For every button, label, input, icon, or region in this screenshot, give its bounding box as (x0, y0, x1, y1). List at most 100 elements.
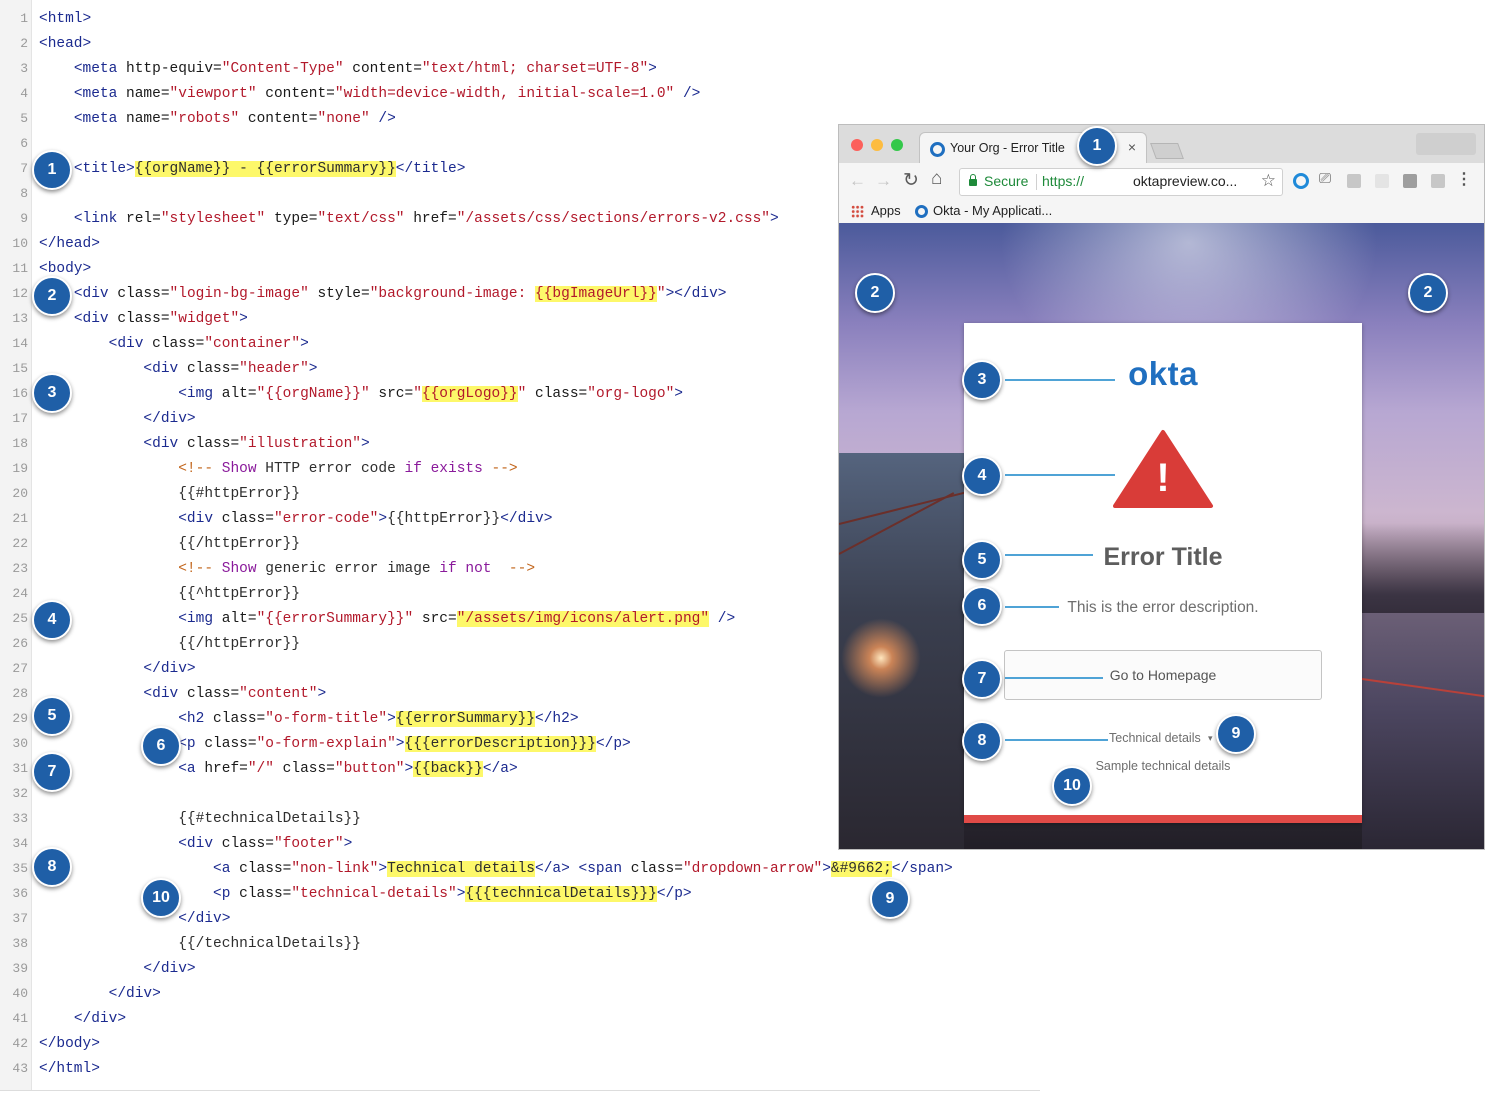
callout-badge-10: 10 (141, 878, 181, 918)
code-token: > (317, 686, 327, 702)
code-token: "button" (334, 761, 405, 777)
tab-bar: Your Org - Error Title × (839, 125, 1484, 164)
code-token: </title> (395, 161, 466, 177)
browser-toolbar: ← → ↻ ⌂ Secure https:// oktapreview.co..… (839, 163, 1484, 200)
callout-badge-7: 7 (962, 659, 1002, 699)
code-token: <!-- (178, 461, 222, 477)
code-token: "{{errorSummary}}" (256, 611, 414, 627)
code-line: 43 </html> (0, 1056, 100, 1081)
code-token: <link (73, 211, 127, 227)
code-token: "o-form-title" (265, 711, 388, 727)
line-number: 7 (20, 161, 28, 176)
reload-icon[interactable]: ↻ (903, 169, 919, 192)
code-token: > (648, 61, 657, 77)
back-arrow-icon[interactable]: ← (849, 171, 866, 191)
browser-window: Your Org - Error Title × ← → ↻ ⌂ Secure … (838, 124, 1485, 850)
code-token: class= (630, 861, 683, 877)
code-token: alt= (221, 611, 257, 627)
callout-badge-3: 3 (32, 373, 72, 413)
code-token: "footer" (273, 836, 344, 852)
technical-details-link[interactable]: Technical details (1109, 731, 1201, 745)
code-token: </div> (143, 661, 196, 677)
line-number: 20 (12, 486, 28, 501)
highlighted-token: "/assets/img/icons/alert.png" (456, 611, 710, 627)
code-token: src= (413, 611, 457, 627)
extension-icon[interactable] (1403, 174, 1417, 188)
line-number: 11 (12, 261, 28, 276)
minimize-window-button[interactable] (871, 139, 883, 151)
code-token: if not (439, 561, 492, 577)
code-token: "content" (239, 686, 318, 702)
code-line: 27 </div> (0, 656, 196, 681)
line-number: 1 (20, 11, 28, 26)
line-number: 27 (12, 661, 28, 676)
org-logo: okta (1128, 355, 1198, 392)
code-token: /> (674, 86, 701, 102)
code-token: {{^httpError}} (178, 586, 301, 602)
code-line: 14 <div class="container"> (0, 331, 308, 356)
code-line: 31 <a href="/" class="button">{{back}}</… (0, 756, 518, 781)
technical-details-text: Sample technical details (1095, 759, 1231, 773)
extension-g-icon[interactable] (1347, 174, 1361, 188)
address-bar[interactable]: Secure https:// oktapreview.co... ☆ (959, 168, 1283, 196)
code-token: <html> (39, 11, 92, 27)
new-tab-button[interactable] (1150, 143, 1184, 159)
line-number: 28 (12, 686, 28, 701)
code-token: <a (213, 861, 240, 877)
home-icon[interactable]: ⌂ (931, 168, 942, 190)
code-token: "illustration" (239, 436, 361, 452)
code-token: > (404, 761, 414, 777)
code-token: <img (178, 386, 222, 402)
okta-extension-icon[interactable] (1293, 173, 1309, 189)
highlighted-token: {{{technicalDetails}}} (465, 886, 657, 902)
code-token: <meta (73, 111, 127, 127)
alert-mark: ! (1156, 456, 1169, 500)
sunset-glow (841, 618, 921, 698)
line-number: 16 (12, 386, 28, 401)
code-token: </div> (143, 961, 196, 977)
forward-arrow-icon[interactable]: → (875, 171, 892, 191)
right-water (1362, 613, 1484, 849)
code-token: class= (152, 336, 205, 352)
code-token: "o-form-explain" (256, 736, 396, 752)
tab-close-icon[interactable]: × (1128, 139, 1136, 155)
maximize-window-button[interactable] (891, 139, 903, 151)
code-line: 4 <meta name="viewport" content="width=d… (0, 81, 700, 106)
code-token: "stylesheet" (160, 211, 266, 227)
code-token: <div (108, 336, 153, 352)
code-token: > (308, 361, 318, 377)
chevron-down-icon[interactable]: ▾ (1208, 733, 1213, 744)
line-number: 18 (12, 436, 28, 451)
callout-badge-9: 9 (1216, 714, 1256, 754)
extension-puzzle-icon[interactable] (1375, 174, 1389, 188)
bookmark-apps[interactable]: Apps (871, 203, 901, 218)
apps-grid-icon[interactable] (851, 205, 864, 218)
extension-s-icon[interactable] (1431, 174, 1445, 188)
code-line: 5 <meta name="robots" content="none" /> (0, 106, 396, 131)
callout-badge-7: 7 (32, 752, 72, 792)
line-number: 9 (20, 211, 28, 226)
go-to-homepage-button[interactable]: Go to Homepage (1004, 650, 1322, 700)
bookmark-star-icon[interactable]: ☆ (1261, 171, 1276, 191)
close-window-button[interactable] (851, 139, 863, 151)
bookmark-okta-my-applications[interactable]: Okta - My Applicati... (933, 203, 1052, 218)
callout-badge-6: 6 (141, 726, 181, 766)
callout-badge-2: 2 (855, 273, 895, 313)
warning-triangle-icon: ! (1113, 430, 1213, 508)
code-token: "container" (204, 336, 301, 352)
cast-icon[interactable]: ⎚ (1319, 170, 1331, 187)
code-line: 38 {{/technicalDetails}} (0, 931, 361, 956)
line-number: 37 (12, 911, 28, 926)
callout-leader-4 (1005, 474, 1115, 476)
code-token: </a> (482, 761, 518, 777)
window-control-button[interactable] (1416, 133, 1476, 155)
highlighted-token: {{{errorDescription}}} (404, 736, 596, 752)
browser-menu-icon[interactable]: ⋮ (1456, 169, 1472, 189)
